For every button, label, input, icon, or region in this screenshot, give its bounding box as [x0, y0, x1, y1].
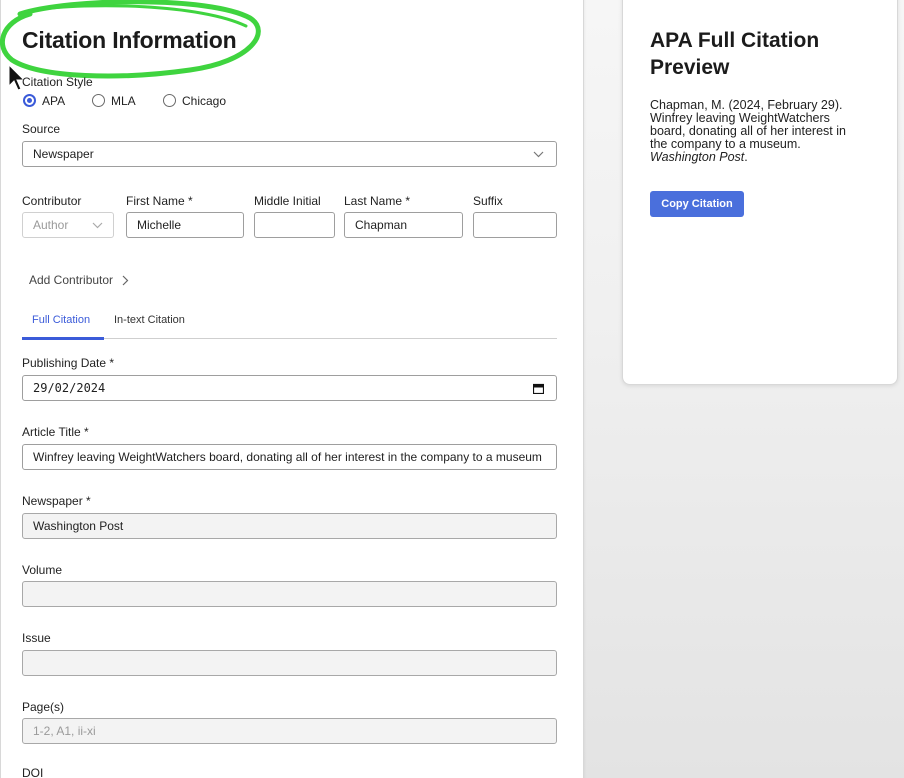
copy-citation-button[interactable]: Copy Citation [650, 191, 744, 217]
radio-apa-label: APA [42, 94, 66, 108]
issue-input[interactable] [22, 650, 557, 676]
contributor-role-placeholder: Author [33, 218, 69, 232]
article-title-label: Article Title * [22, 425, 89, 439]
contributor-role-select[interactable]: Author [22, 212, 114, 238]
first-name-input[interactable]: Michelle [126, 212, 244, 238]
citation-newspaper-italic: Washington Post [650, 150, 745, 164]
citation-end: . [744, 150, 748, 164]
radio-mla-label: MLA [111, 94, 136, 108]
first-name-value: Michelle [137, 218, 182, 232]
radio-chicago[interactable] [163, 94, 176, 107]
publishing-date-value: 29/02/2024 [33, 381, 106, 395]
volume-label: Volume [22, 563, 63, 577]
pages-placeholder: 1-2, A1, ii-xi [33, 724, 96, 738]
pages-label: Page(s) [22, 700, 65, 714]
radio-mla[interactable] [92, 94, 105, 107]
calendar-icon[interactable] [533, 383, 544, 394]
add-contributor-label: Add Contributor [29, 273, 114, 287]
citation-style-label: Citation Style [22, 75, 93, 89]
publishing-date-label: Publishing Date * [22, 356, 115, 370]
tab-in-text-citation[interactable]: In-text Citation [114, 314, 185, 326]
publishing-date-input[interactable]: 29/02/2024 [22, 375, 557, 401]
add-contributor-link[interactable]: Add Contributor [29, 273, 129, 287]
middle-initial-label: Middle Initial [254, 194, 321, 208]
article-title-input[interactable]: Winfrey leaving WeightWatchers board, do… [22, 444, 557, 470]
tab-full-citation[interactable]: Full Citation [32, 314, 90, 326]
contributor-label: Contributor [22, 194, 82, 208]
radio-apa[interactable] [23, 94, 36, 107]
chevron-down-icon [92, 222, 103, 229]
last-name-label: Last Name * [344, 194, 411, 208]
issue-label: Issue [22, 631, 51, 645]
newspaper-value: Washington Post [33, 519, 124, 533]
last-name-input[interactable]: Chapman [344, 212, 463, 238]
chevron-down-icon [533, 151, 544, 158]
citation-preview-text: Chapman, M. (2024, February 29). Winfrey… [650, 99, 882, 164]
suffix-label: Suffix [473, 194, 503, 208]
source-select-value: Newspaper [33, 147, 94, 161]
source-label: Source [22, 122, 61, 136]
newspaper-label: Newspaper * [22, 494, 91, 508]
active-tab-indicator [22, 337, 104, 340]
chevron-right-icon [122, 275, 129, 285]
pages-input[interactable]: 1-2, A1, ii-xi [22, 718, 557, 744]
doi-label: DOI [22, 766, 44, 778]
last-name-value: Chapman [355, 218, 408, 232]
source-select[interactable]: Newspaper [22, 141, 557, 167]
preview-title: APA Full Citation Preview [650, 29, 820, 79]
radio-chicago-label: Chicago [182, 94, 227, 108]
newspaper-input[interactable]: Washington Post [22, 513, 557, 539]
volume-input[interactable] [22, 581, 557, 607]
middle-initial-input[interactable] [254, 212, 335, 238]
suffix-input[interactable] [473, 212, 557, 238]
article-title-value: Winfrey leaving WeightWatchers board, do… [33, 450, 542, 464]
first-name-label: First Name * [126, 194, 193, 208]
